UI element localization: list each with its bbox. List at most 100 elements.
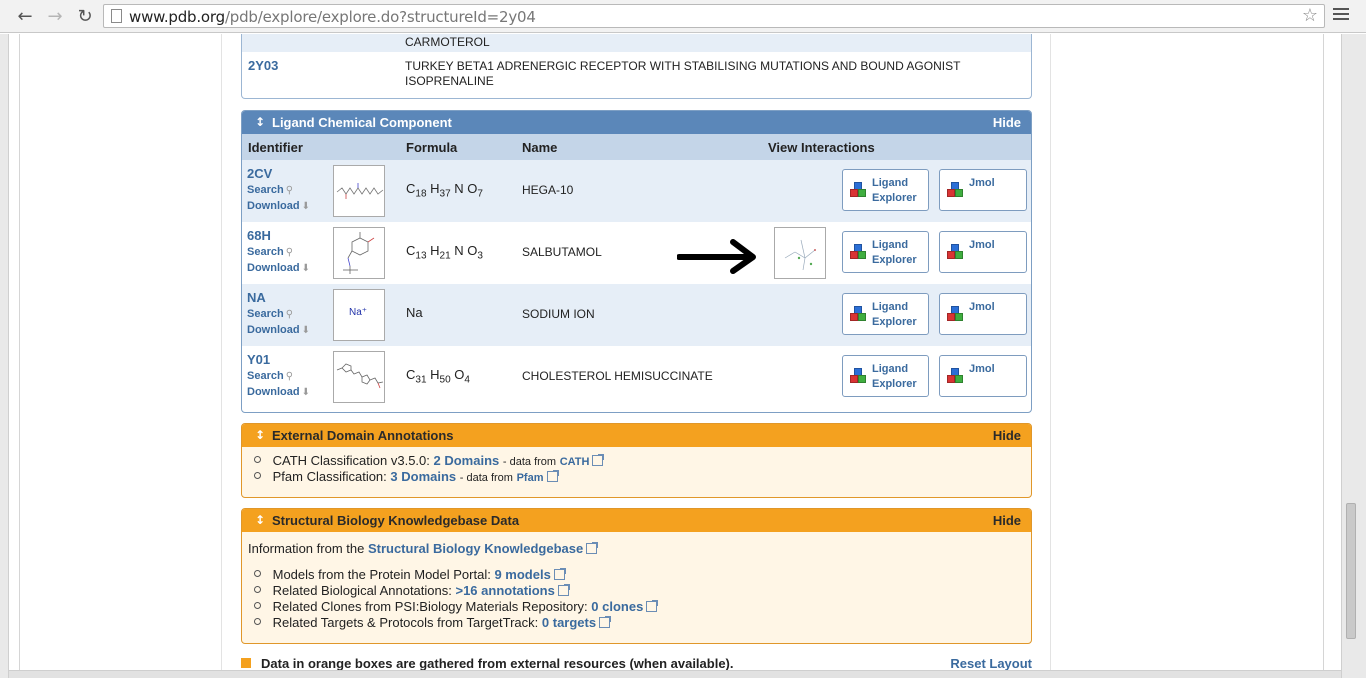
ligand-formula: C18 H37 N O7 <box>406 181 483 200</box>
list-item: Models from the Protein Model Portal: 9 … <box>254 567 566 582</box>
jmol-button[interactable]: Jmol <box>939 293 1027 335</box>
pfam-source-link[interactable]: Pfam <box>517 472 544 484</box>
ligand-structure-image[interactable] <box>333 227 385 279</box>
search-icon: ⚲ <box>285 185 294 196</box>
url-text[interactable]: www.pdb.org/pdb/explore/explore.do?struc… <box>129 8 536 26</box>
page-icon <box>111 9 122 23</box>
table-header: Identifier Formula Name View Interaction… <box>242 134 1031 160</box>
collapse-arrows-icon[interactable]: ↕ <box>255 513 265 527</box>
panel-header[interactable]: ↕ Structural Biology Knowledgebase Data … <box>242 509 1031 532</box>
search-label: Search <box>247 308 284 320</box>
list-item: CATH Classification v3.5.0: 2 Domains - … <box>254 453 605 468</box>
scrollbar-thumb[interactable] <box>1346 503 1356 639</box>
ligand-id-link[interactable]: 2CV <box>247 166 272 181</box>
list-item: Related Clones from PSI:Biology Material… <box>254 599 659 614</box>
horizontal-scrollbar[interactable] <box>9 670 1341 678</box>
external-link-icon[interactable] <box>557 584 570 596</box>
external-link-icon[interactable] <box>553 568 566 580</box>
sbkb-link[interactable]: Structural Biology Knowledgebase <box>368 541 583 556</box>
external-link-icon[interactable] <box>646 600 659 612</box>
bookmark-star-icon[interactable]: ☆ <box>1302 5 1318 26</box>
ligand-explorer-button[interactable]: Ligand Explorer <box>842 355 929 397</box>
external-link-icon[interactable] <box>592 454 605 466</box>
external-link-icon[interactable] <box>546 470 559 482</box>
ligand-explorer-button[interactable]: Ligand Explorer <box>842 169 929 211</box>
ligand-explorer-button[interactable]: Ligand Explorer <box>842 293 929 335</box>
search-link[interactable]: Search ⚲ <box>247 246 293 258</box>
download-link[interactable]: Download ⬇ <box>247 200 310 212</box>
download-link[interactable]: Download ⬇ <box>247 324 310 336</box>
button-label: Ligand <box>872 239 909 251</box>
cath-domains-link[interactable]: 2 Domains <box>434 453 500 468</box>
external-link-icon[interactable] <box>586 542 599 554</box>
cubes-icon <box>947 368 963 384</box>
jmol-button[interactable]: Jmol <box>939 169 1027 211</box>
download-label: Download <box>247 386 300 398</box>
annotations-link[interactable]: >16 annotations <box>455 583 554 598</box>
related-entries-table: CARMOTEROL 2Y03 TURKEY BETA1 ADRENERGIC … <box>241 34 1032 99</box>
orange-swatch <box>241 658 251 668</box>
collapse-arrows-icon[interactable]: ↕ <box>255 428 265 442</box>
cath-source-link[interactable]: CATH <box>560 456 590 468</box>
download-arrow-icon: ⬇ <box>301 387 310 398</box>
clones-link[interactable]: 0 clones <box>591 599 643 614</box>
download-arrow-icon: ⬇ <box>301 201 310 212</box>
button-label: Ligand <box>872 363 909 375</box>
item-label: Models from the Protein Model Portal: <box>272 567 491 582</box>
targets-link[interactable]: 0 targets <box>542 615 596 630</box>
search-link[interactable]: Search ⚲ <box>247 184 293 196</box>
ligand-id-link[interactable]: Y01 <box>247 352 270 367</box>
table-row: NA Search ⚲ Download ⬇ Na⁺ Na SODIUM ION L… <box>242 284 1031 346</box>
cubes-icon <box>850 244 866 260</box>
ligand-structure-image[interactable] <box>333 165 385 217</box>
collapse-arrows-icon[interactable]: ↕ <box>255 115 265 129</box>
reload-icon[interactable]: ↻ <box>74 5 96 27</box>
panel-title: Structural Biology Knowledgebase Data <box>272 513 520 528</box>
reset-layout-link[interactable]: Reset Layout <box>950 656 1032 671</box>
info-prefix: Information from the <box>248 541 365 556</box>
ligand-id-link[interactable]: NA <box>247 290 266 305</box>
list-item: Related Targets & Protocols from TargetT… <box>254 615 612 630</box>
search-icon: ⚲ <box>285 371 294 382</box>
panel-header[interactable]: ↕ External Domain Annotations Hide <box>242 424 1031 447</box>
hide-link[interactable]: Hide <box>993 428 1021 443</box>
jmol-button[interactable]: Jmol <box>939 355 1027 397</box>
panel-header[interactable]: ↕ Ligand Chemical Component Hide <box>242 111 1031 134</box>
url-path: /pdb/explore/explore.do?structureId=2y04 <box>224 8 536 26</box>
ligand-id-link[interactable]: 68H <box>247 228 271 243</box>
menu-icon[interactable] <box>1333 8 1349 23</box>
ligand-formula: C31 H50 O4 <box>406 367 470 386</box>
download-link[interactable]: Download ⬇ <box>247 262 310 274</box>
ligand-structure-image[interactable] <box>333 351 385 403</box>
pfam-label: Pfam Classification: <box>272 469 387 484</box>
models-link[interactable]: 9 models <box>494 567 550 582</box>
search-link[interactable]: Search ⚲ <box>247 370 293 382</box>
search-link[interactable]: Search ⚲ <box>247 308 293 320</box>
ligand-explorer-button[interactable]: Ligand Explorer <box>842 231 929 273</box>
download-arrow-icon: ⬇ <box>301 325 310 336</box>
hide-link[interactable]: Hide <box>993 513 1021 528</box>
column-header-name: Name <box>522 140 558 155</box>
column-header-formula: Formula <box>406 140 458 155</box>
table-row: 2CV Search ⚲ Download ⬇ C18 H37 N O7 HEGA-… <box>242 160 1031 222</box>
pfam-domains-link[interactable]: 3 Domains <box>390 469 456 484</box>
back-arrow-icon[interactable]: ← <box>14 5 36 27</box>
button-label: Ligand <box>872 301 909 313</box>
download-link[interactable]: Download ⬇ <box>247 386 310 398</box>
item-label: Related Clones from PSI:Biology Material… <box>272 599 588 614</box>
ligand-formula: C13 H21 N O3 <box>406 243 483 262</box>
url-host: www.pdb.org <box>129 8 225 26</box>
jmol-button[interactable]: Jmol <box>939 231 1027 273</box>
interaction-image[interactable] <box>774 227 826 279</box>
entry-id-link[interactable]: 2Y03 <box>248 58 278 73</box>
ligand-name: HEGA-10 <box>522 183 574 197</box>
address-bar[interactable]: www.pdb.org/pdb/explore/explore.do?struc… <box>103 4 1325 28</box>
search-icon: ⚲ <box>285 309 294 320</box>
list-item: Pfam Classification: 3 Domains - data fr… <box>254 469 559 484</box>
ligand-structure-image[interactable]: Na⁺ <box>333 289 385 341</box>
ligand-panel: ↕ Ligand Chemical Component Hide Identif… <box>241 110 1032 413</box>
forward-arrow-icon[interactable]: → <box>44 5 66 27</box>
hide-link[interactable]: Hide <box>993 115 1021 130</box>
external-link-icon[interactable] <box>599 616 612 628</box>
button-label: Jmol <box>969 301 995 313</box>
